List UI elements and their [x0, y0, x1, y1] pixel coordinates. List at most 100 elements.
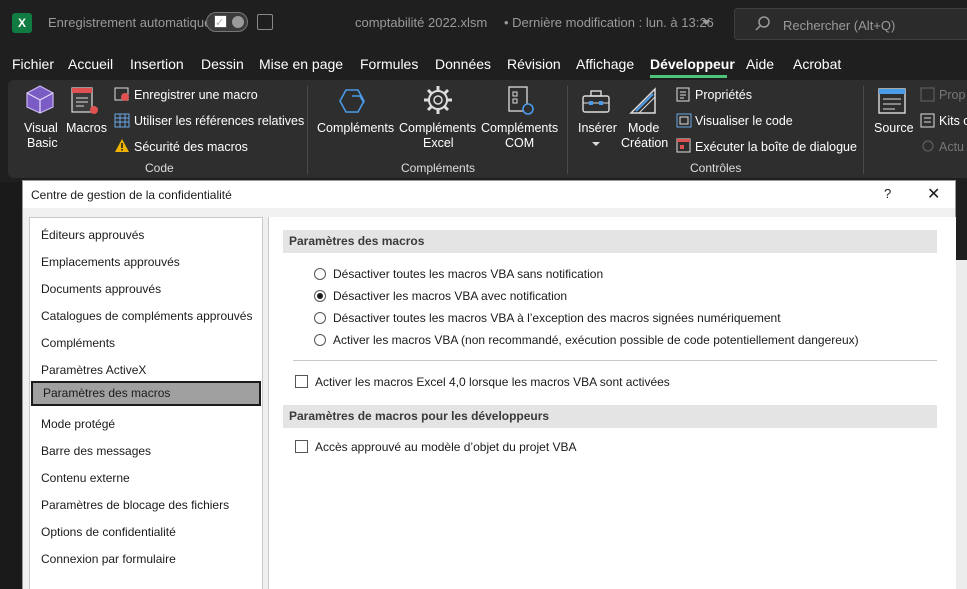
close-button[interactable]: ✕: [927, 184, 940, 204]
macro-settings-heading: Paramètres des macros: [283, 230, 937, 253]
visual-basic-icon: [26, 85, 54, 114]
code-group-label: Code: [145, 161, 174, 175]
nav-item-barre-messages[interactable]: Barre des messages: [30, 439, 262, 464]
help-button[interactable]: ?: [884, 186, 891, 201]
dialog-title-bar: Centre de gestion de la confidentialité …: [23, 181, 955, 208]
title-bar: X Enregistrement automatique ✓ comptabil…: [0, 0, 967, 46]
tab-affichage[interactable]: Affichage: [576, 56, 634, 72]
checkbox-label-excel4-macros[interactable]: Activer les macros Excel 4,0 lorsque les…: [315, 375, 670, 389]
search-icon: [755, 16, 770, 31]
radio-label-disable-no-notify[interactable]: Désactiver toutes les macros VBA sans no…: [333, 267, 603, 281]
radio-label-disable-notify[interactable]: Désactiver les macros VBA avec notificat…: [333, 289, 567, 303]
radio-disable-notify[interactable]: [314, 290, 326, 302]
checkbox-excel4-macros[interactable]: [295, 375, 308, 388]
nav-item-complements[interactable]: Compléments: [30, 331, 262, 356]
nav-item-confidentialite[interactable]: Options de confidentialité: [30, 520, 262, 545]
refresh-data-label[interactable]: Actu: [939, 140, 964, 154]
tab-fichier[interactable]: Fichier: [12, 56, 54, 72]
nav-item-editeurs[interactable]: Éditeurs approuvés: [30, 223, 262, 248]
excel-addins-label-2: Excel: [423, 136, 454, 150]
macros-label: Macros: [66, 121, 107, 135]
category-list: Éditeurs approuvés Emplacements approuvé…: [29, 217, 263, 589]
map-properties-icon: [920, 87, 935, 102]
refresh-data-icon: [922, 140, 934, 152]
macros-icon: [71, 87, 98, 114]
view-code-icon: [676, 113, 692, 128]
visual-basic-label-1: Visual: [24, 121, 58, 135]
workbook-background-right: [956, 260, 967, 589]
radio-disable-no-notify[interactable]: [314, 268, 326, 280]
view-code-label: Visualiser le code: [695, 114, 793, 128]
chevron-down-icon[interactable]: [702, 20, 710, 26]
radio-enable-all[interactable]: [314, 334, 326, 346]
record-macro-label: Enregistrer une macro: [134, 88, 258, 102]
nav-item-documents[interactable]: Documents approuvés: [30, 277, 262, 302]
nav-item-connexion-formulaire[interactable]: Connexion par formulaire: [30, 547, 262, 572]
expansion-packs-label[interactable]: Kits o: [939, 114, 967, 128]
source-label: Source: [874, 121, 914, 135]
menu-bar: Fichier Accueil Insertion Dessin Mise en…: [0, 46, 967, 80]
workbook-background: [0, 182, 22, 589]
map-properties-label[interactable]: Prop: [939, 88, 965, 102]
search-input[interactable]: [783, 15, 963, 35]
nav-item-contenu-externe[interactable]: Contenu externe: [30, 466, 262, 491]
nav-item-macros[interactable]: Paramètres des macros: [31, 381, 261, 406]
radio-label-enable-all[interactable]: Activer les macros VBA (non recommandé, …: [333, 333, 859, 347]
tab-revision[interactable]: Révision: [507, 56, 561, 72]
nav-item-emplacements[interactable]: Emplacements approuvés: [30, 250, 262, 275]
checkbox-label-vba-object-model[interactable]: Accès approuvé au modèle d’objet du proj…: [315, 440, 577, 454]
tab-acrobat[interactable]: Acrobat: [793, 56, 841, 72]
search-box[interactable]: [734, 8, 967, 40]
addins-icon: [339, 89, 365, 113]
excel-addins-label-1: Compléments: [399, 121, 477, 135]
group-separator: [567, 86, 568, 174]
macro-security-label: Sécurité des macros: [134, 140, 248, 154]
relative-refs-icon: [114, 113, 130, 128]
tab-donnees[interactable]: Données: [435, 56, 491, 72]
active-tab-indicator: [650, 75, 727, 78]
tab-aide[interactable]: Aide: [746, 56, 774, 72]
warning-icon: [115, 139, 129, 152]
relative-refs-label: Utiliser les références relatives: [134, 114, 305, 128]
group-separator: [863, 86, 864, 174]
controls-group-label: Contrôles: [690, 161, 742, 175]
run-dialog-icon: [676, 138, 691, 153]
developer-settings-heading: Paramètres de macros pour les développeu…: [283, 405, 937, 428]
autosave-label: Enregistrement automatique: [48, 15, 212, 30]
radio-label-disable-except-signed[interactable]: Désactiver toutes les macros VBA à l’exc…: [333, 311, 781, 325]
properties-icon: [676, 87, 690, 102]
trust-center-dialog: Centre de gestion de la confidentialité …: [22, 180, 956, 589]
design-mode-label-1: Mode: [628, 121, 660, 135]
check-icon: ✓: [214, 15, 227, 29]
file-name[interactable]: comptabilité 2022.xlsm: [355, 15, 487, 30]
tab-mise-en-page[interactable]: Mise en page: [259, 56, 343, 72]
last-modified[interactable]: • Dernière modification : lun. à 13:26: [504, 15, 714, 30]
group-separator: [307, 86, 308, 174]
save-icon[interactable]: [257, 14, 273, 30]
radio-disable-except-signed[interactable]: [314, 312, 326, 324]
tab-developpeur[interactable]: Développeur: [650, 56, 735, 72]
gear-icon: [424, 86, 452, 114]
properties-label: Propriétés: [695, 88, 752, 102]
checkbox-vba-object-model[interactable]: [295, 440, 308, 453]
autosave-toggle[interactable]: ✓: [206, 12, 248, 32]
tab-formules[interactable]: Formules: [360, 56, 418, 72]
ribbon: Visual Basic Macros Enregistrer une macr…: [8, 80, 967, 178]
nav-item-mode-protege[interactable]: Mode protégé: [30, 412, 262, 437]
nav-item-activex[interactable]: Paramètres ActiveX: [30, 358, 262, 383]
nav-item-catalogues[interactable]: Catalogues de compléments approuvés: [30, 304, 262, 329]
visual-basic-label-2: Basic: [27, 136, 58, 150]
design-mode-icon: [629, 87, 656, 114]
nav-item-blocage-fichiers[interactable]: Paramètres de blocage des fichiers: [30, 493, 262, 518]
chevron-down-icon: [592, 142, 600, 146]
tab-accueil[interactable]: Accueil: [68, 56, 113, 72]
xml-source-icon: [878, 88, 906, 114]
design-mode-label-2: Création: [621, 136, 669, 150]
com-addins-label-1: Compléments: [481, 121, 559, 135]
com-addins-label-2: COM: [505, 136, 535, 150]
toolbox-icon: [582, 90, 610, 113]
dialog-title: Centre de gestion de la confidentialité: [31, 188, 232, 202]
excel-logo-icon: X: [12, 13, 32, 33]
tab-insertion[interactable]: Insertion: [130, 56, 184, 72]
tab-dessin[interactable]: Dessin: [201, 56, 244, 72]
